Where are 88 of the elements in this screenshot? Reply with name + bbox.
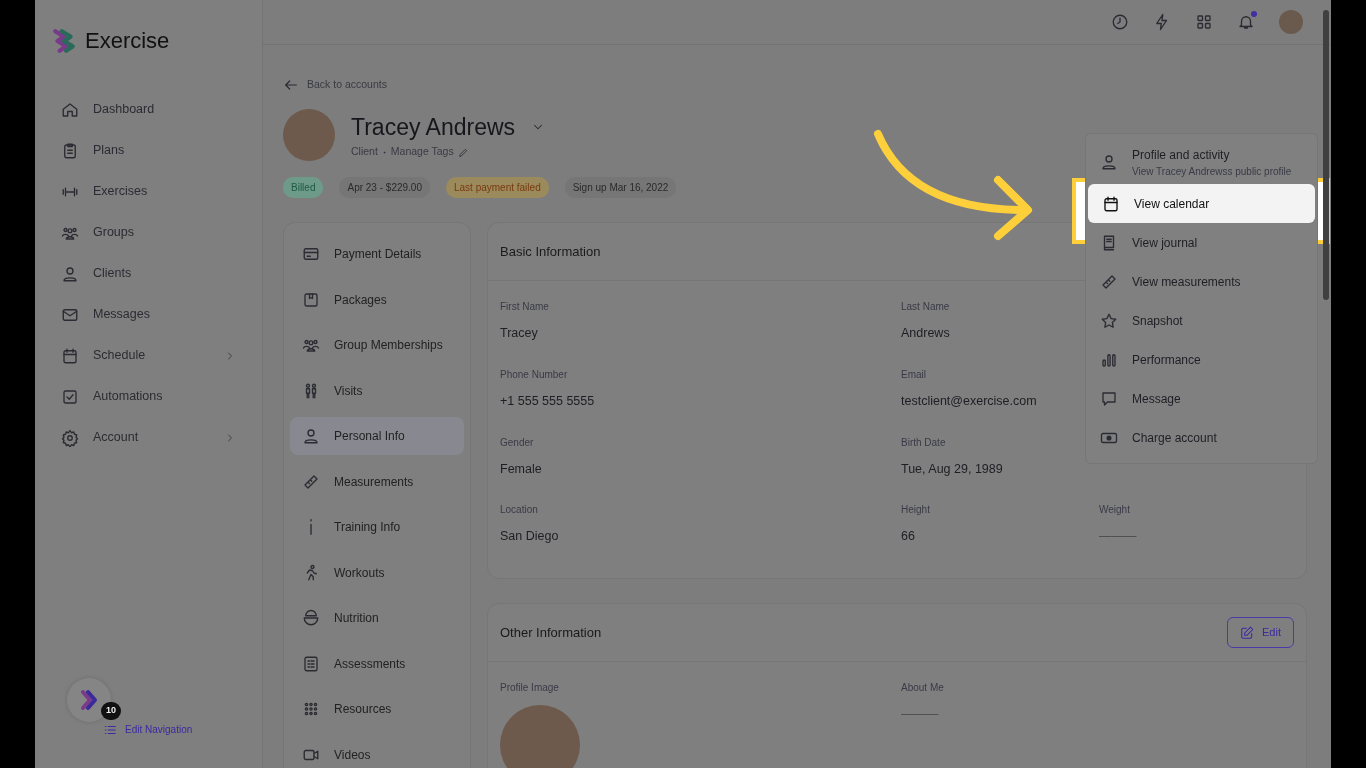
sidebar-item[interactable]: Account (51, 417, 246, 458)
field-label: Gender (500, 435, 535, 450)
edit-icon (1240, 625, 1255, 640)
field-label: Email (901, 367, 927, 382)
grid-icon (302, 700, 320, 718)
pencil-icon (457, 146, 469, 158)
sidebar-item[interactable]: Messages (51, 294, 246, 335)
field-label: Phone Number (500, 367, 569, 382)
field-value: 66 (901, 528, 916, 546)
field-value: Tue, Aug 29, 1989 (901, 460, 1004, 478)
section-tab[interactable]: Group Memberships (290, 326, 464, 364)
manage-tags-link[interactable]: Manage Tags (390, 144, 454, 161)
grid-icon (1195, 13, 1213, 31)
field-value: Andrews (901, 325, 951, 342)
field-value: San Diego (500, 528, 560, 546)
sidebar-item[interactable]: Exercises (51, 171, 246, 212)
card-title: Other Information (500, 623, 602, 642)
sidebar-item[interactable]: Plans (51, 130, 246, 171)
sidebar-item[interactable]: Dashboard (51, 89, 246, 130)
section-tab[interactable]: Nutrition (290, 599, 464, 637)
menu-item[interactable]: Charge account (1086, 418, 1317, 457)
person-icon (1100, 153, 1118, 171)
avatar (283, 109, 335, 161)
settings-icon (61, 428, 79, 447)
credit-card-icon (302, 245, 320, 263)
role-label: Client (351, 144, 378, 160)
section-tab[interactable]: Assessments (290, 644, 464, 683)
section-tab[interactable]: Packages (290, 280, 464, 319)
logo-icon (51, 27, 77, 54)
avatar[interactable] (1279, 10, 1303, 34)
calendar-icon (1102, 194, 1120, 213)
menu-item[interactable]: Snapshot (1086, 301, 1317, 340)
sidebar-item[interactable]: Schedule (51, 335, 246, 376)
info-icon (309, 519, 313, 535)
section-tab[interactable]: Workouts (290, 553, 464, 592)
person-icon (302, 427, 320, 445)
field-label: Profile Image (500, 681, 560, 695)
sidebar-item[interactable]: Clients (51, 253, 246, 294)
status-tag: Last payment failed (445, 177, 549, 198)
section-tab[interactable]: Payment Details (290, 235, 464, 273)
field-label: Weight (1099, 503, 1131, 518)
field-value: ——— (1099, 528, 1138, 546)
back-link[interactable]: Back to accounts (307, 77, 387, 93)
scrollbar-thumb[interactable] (1323, 10, 1329, 300)
dot-icon (381, 149, 387, 155)
field-value: testclient@exercise.com (901, 392, 1038, 410)
bowl-icon (302, 609, 320, 627)
status-tag: Apr 23 - $229.00 (339, 177, 430, 198)
edit-button[interactable]: Edit (1227, 617, 1294, 648)
section-tab[interactable]: Visits (290, 371, 464, 410)
menu-item[interactable]: Profile and activity View Tracey Andrewss public profile (1086, 140, 1317, 184)
package-icon (302, 290, 320, 309)
star-icon (1100, 311, 1118, 330)
field-label: Birth Date (901, 435, 947, 450)
bell-icon (1237, 13, 1255, 31)
field-value: ——— (901, 706, 940, 723)
field-value: +1 555 555 5555 (500, 392, 596, 410)
profile-name: Tracey Andrews (351, 112, 516, 142)
field-label: Location (500, 503, 539, 518)
sidebar-item[interactable]: Automations (51, 376, 246, 417)
field-label: About Me (901, 681, 945, 695)
status-tag: Sign up Mar 16, 2022 (564, 177, 677, 198)
clipboard-icon (61, 141, 79, 160)
checkbox-icon (61, 387, 79, 406)
checklist-icon (302, 654, 320, 673)
field-label: First Name (500, 300, 550, 314)
count-badge: 10 (101, 702, 121, 720)
field-label: Height (901, 503, 931, 518)
section-tab[interactable]: Resources (290, 690, 464, 728)
field-value: Tracey (500, 325, 539, 342)
clock-icon (1111, 13, 1129, 31)
chat-icon (1100, 389, 1118, 408)
menu-item[interactable]: Message (1086, 379, 1317, 418)
menu-item[interactable]: Performance (1086, 340, 1317, 379)
person-icon (61, 264, 79, 283)
field-value: Female (500, 460, 543, 478)
menu-item[interactable]: View calendar (1088, 184, 1315, 223)
section-tab[interactable]: Training Info (290, 508, 464, 546)
edit-navigation-link[interactable]: Edit Navigation (125, 722, 193, 737)
field-label: Last Name (901, 300, 951, 314)
sidebar-item[interactable]: Groups (51, 212, 246, 253)
calendar-icon (61, 346, 79, 365)
arrow-left-icon (283, 77, 299, 93)
section-tab[interactable]: Measurements (290, 462, 464, 501)
section-tab[interactable]: Personal Info (290, 417, 464, 455)
section-tab[interactable]: Videos (290, 735, 464, 768)
status-tag: Billed (283, 177, 324, 198)
brand-name: Exercise (85, 27, 170, 55)
